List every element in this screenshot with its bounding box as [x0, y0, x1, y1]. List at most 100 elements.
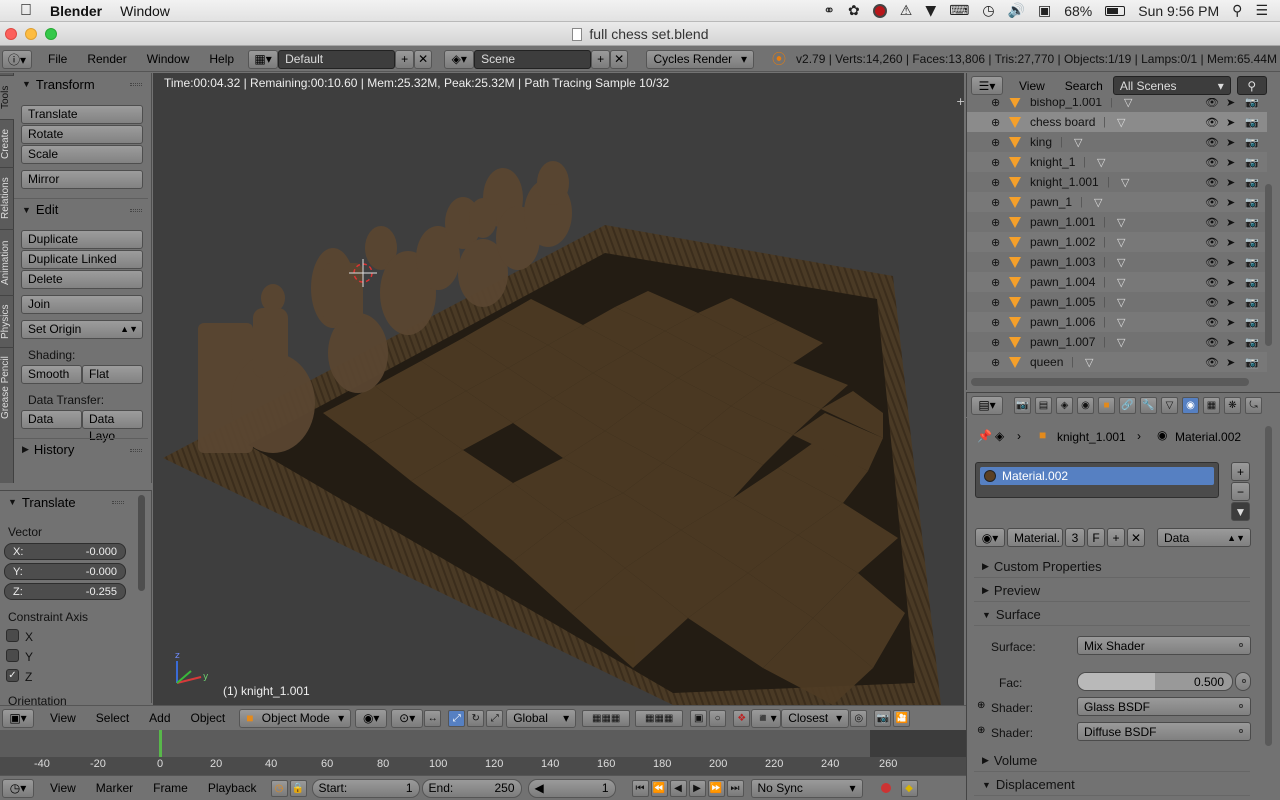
displacement-panel[interactable]: ▼ Displacement — [974, 774, 1250, 796]
physics-tab-icon[interactable]: ⤿ — [1245, 396, 1262, 414]
menu-timeline-view[interactable]: View — [40, 781, 86, 795]
fake-user-button[interactable]: F — [1087, 528, 1105, 547]
play-reverse-icon[interactable]: ◀ — [669, 779, 687, 797]
material-browse-button[interactable]: ◉▾ — [975, 528, 1005, 547]
viewport-shading-select[interactable]: ◉▾ — [355, 708, 388, 728]
zoom-window-button[interactable] — [45, 28, 57, 40]
visibility-eye-icon[interactable]: 👁 — [1205, 98, 1219, 109]
3d-viewport[interactable]: z y + Time:00:04.32 | Remaining:00:10.60… — [153, 73, 964, 705]
texture-tab-icon[interactable]: ▦ — [1203, 396, 1220, 414]
set-origin-dropdown[interactable]: Set Origin ▲▼ — [21, 320, 143, 339]
renderability-camera-icon[interactable]: 📷 — [1245, 276, 1259, 289]
menu-window[interactable]: Window — [111, 3, 179, 19]
selectability-cursor-icon[interactable]: ➤ — [1226, 156, 1235, 169]
render-layers-tab-icon[interactable]: ▤ — [1035, 396, 1052, 414]
vector-y-field[interactable]: Y: -0.000 — [4, 563, 126, 580]
add-scene-icon[interactable]: + — [591, 49, 610, 69]
visibility-eye-icon[interactable]: 👁 — [1205, 176, 1219, 189]
tab-grease-pencil[interactable]: Grease Pencil — [0, 347, 14, 427]
renderability-camera-icon[interactable]: 📷 — [1245, 296, 1259, 309]
material-slot-row[interactable]: Material.002 — [980, 467, 1214, 485]
delete-button[interactable]: Delete — [21, 270, 143, 289]
shader-expand-icon[interactable]: ⊕ — [977, 700, 985, 711]
material-users-count[interactable]: 3 — [1065, 528, 1085, 547]
visibility-eye-icon[interactable]: 👁 — [1205, 296, 1219, 309]
renderability-camera-icon[interactable]: 📷 — [1245, 216, 1259, 229]
expand-plus-icon[interactable]: ⊕ — [991, 156, 1000, 169]
record-keyframe-icon[interactable] — [880, 783, 891, 793]
apple-icon[interactable]:  — [0, 2, 41, 20]
render-preview-icon[interactable]: ○ — [709, 709, 727, 727]
menu-outliner-view[interactable]: View — [1009, 79, 1055, 93]
scale-button[interactable]: Scale — [21, 145, 143, 164]
outliner-item-name[interactable]: knight_1 — [1030, 155, 1075, 169]
constraint-z-checkbox[interactable]: ✓ — [6, 669, 19, 682]
menu-window[interactable]: Window — [137, 52, 200, 66]
jump-start-icon[interactable]: ⏮ — [631, 779, 649, 797]
visibility-eye-icon[interactable]: 👁 — [1205, 356, 1219, 369]
proportional-edit-icon[interactable]: ◎ — [850, 709, 868, 727]
menu-help[interactable]: Help — [199, 52, 244, 66]
viewport-expand-icon[interactable]: + — [956, 95, 964, 108]
visibility-eye-icon[interactable]: 👁 — [1205, 216, 1219, 229]
menu-add[interactable]: Add — [139, 711, 180, 725]
expand-plus-icon[interactable]: ⊕ — [991, 356, 1000, 369]
flat-button[interactable]: Flat — [82, 365, 143, 384]
material-name-field[interactable]: Material. — [1007, 528, 1063, 547]
renderability-camera-icon[interactable]: 📷 — [1245, 116, 1259, 129]
selectability-cursor-icon[interactable]: ➤ — [1226, 256, 1235, 269]
expand-plus-icon[interactable]: ⊕ — [991, 316, 1000, 329]
visibility-eye-icon[interactable]: 👁 — [1205, 196, 1219, 209]
duplicate-button[interactable]: Duplicate — [21, 230, 143, 249]
jump-keyframe-back-icon[interactable]: ⏪ — [650, 779, 668, 797]
fac-link-button[interactable] — [1235, 672, 1251, 691]
shader2-select[interactable]: Diffuse BSDF — [1077, 722, 1251, 741]
spotlight-search-icon[interactable]: ⚲ — [1232, 3, 1242, 19]
lock-time-icon[interactable]: 🔒 — [289, 779, 307, 797]
visibility-eye-icon[interactable]: 👁 — [1205, 156, 1219, 169]
editor-type-info-button[interactable]: ⓘ▾ — [2, 49, 32, 69]
scale-manipulator-icon[interactable]: ⤢ — [486, 709, 504, 727]
selectability-cursor-icon[interactable]: ➤ — [1226, 316, 1235, 329]
selectability-cursor-icon[interactable]: ➤ — [1226, 116, 1235, 129]
renderability-camera-icon[interactable]: 📷 — [1245, 316, 1259, 329]
interaction-mode-select[interactable]: ■ Object Mode ▾ — [239, 708, 352, 728]
renderability-camera-icon[interactable]: 📷 — [1245, 98, 1259, 109]
modifiers-tab-icon[interactable]: 🔧 — [1140, 396, 1157, 414]
expand-plus-icon[interactable]: ⊕ — [991, 116, 1000, 129]
snap-target-select[interactable]: Closest ▾ — [781, 708, 850, 728]
scene-icon[interactable]: ◈▾ — [444, 49, 475, 69]
outliner-display-mode-select[interactable]: All Scenes ▾ — [1112, 76, 1231, 95]
surface-shader-select[interactable]: Mix Shader — [1077, 636, 1251, 655]
display-icon[interactable]: ▣ — [1038, 3, 1051, 19]
expand-plus-icon[interactable]: ⊕ — [991, 296, 1000, 309]
add-slot-button[interactable]: + — [1231, 462, 1250, 481]
menu-select[interactable]: Select — [86, 711, 139, 725]
screen-layout-icon[interactable]: ▦▾ — [248, 49, 279, 69]
selectability-cursor-icon[interactable]: ➤ — [1226, 136, 1235, 149]
redo-panel-scrollbar[interactable] — [138, 495, 145, 591]
editor-type-timeline-button[interactable]: ◷▾ — [2, 778, 34, 798]
material-tab-icon[interactable]: ◉ — [1182, 396, 1199, 414]
tab-relations[interactable]: Relations — [0, 167, 14, 229]
renderability-camera-icon[interactable]: 📷 — [1245, 236, 1259, 249]
wifi-icon[interactable]: ▼ — [925, 3, 936, 19]
jump-keyframe-forward-icon[interactable]: ⏩ — [707, 779, 725, 797]
expand-plus-icon[interactable]: ⊕ — [991, 136, 1000, 149]
outliner-item-name[interactable]: pawn_1.002 — [1030, 235, 1095, 249]
close-window-button[interactable] — [5, 28, 17, 40]
menu-object[interactable]: Object — [181, 711, 236, 725]
expand-plus-icon[interactable]: ⊕ — [991, 236, 1000, 249]
outliner-row[interactable]: ⊕ king 👁 ➤ 📷 ▽ | — [967, 132, 1267, 152]
visibility-eye-icon[interactable]: 👁 — [1205, 256, 1219, 269]
start-frame-field[interactable]: Start: 1 — [311, 778, 420, 798]
outliner-row[interactable]: ⊕ pawn_1.001 👁 ➤ 📷 ▽ | — [967, 212, 1267, 232]
editor-type-3dview-button[interactable]: ▣▾ — [2, 708, 34, 728]
outliner-hscrollbar[interactable] — [971, 378, 1249, 386]
tab-tools[interactable]: Tools — [0, 75, 14, 119]
outliner-item-name[interactable]: pawn_1.001 — [1030, 215, 1095, 229]
volume-panel[interactable]: ▶ Volume — [974, 750, 1250, 772]
selectability-cursor-icon[interactable]: ➤ — [1226, 216, 1235, 229]
menu-outliner-search[interactable]: Search — [1055, 79, 1113, 93]
outliner-scrollbar[interactable] — [1265, 184, 1272, 346]
